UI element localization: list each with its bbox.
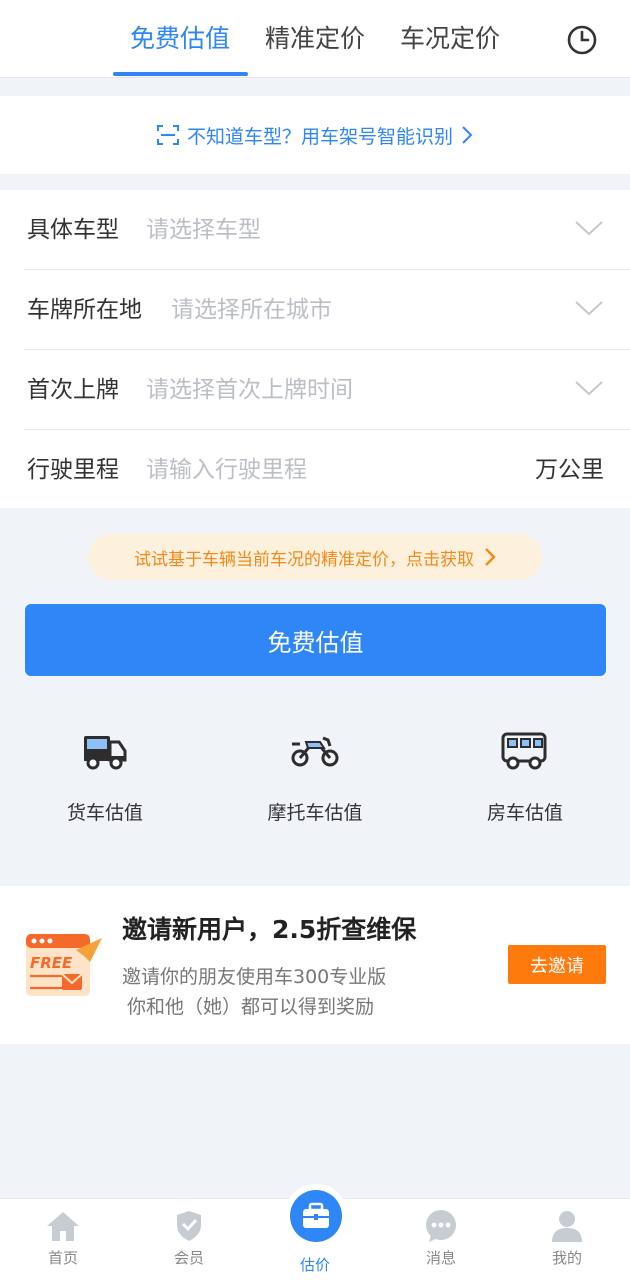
mileage-label: 行驶里程 [27,457,119,483]
nav-valuation-label[interactable]: 估价 [275,1254,355,1275]
truck-icon [84,736,127,770]
nav-messages[interactable]: 消息 [401,1209,481,1275]
plate-city-placeholder: 请选择所在城市 [171,297,332,323]
tab-free-valuation[interactable]: 免费估值 [130,22,230,56]
invite-card: FREE 邀请新用户，2.5折查维保 邀请你的朋友使用车300专业版 你和他（她… [0,886,630,1044]
truck-valuation[interactable]: 货车估值 [25,730,185,840]
invite-description-line1: 邀请你的朋友使用车300专业版 [122,966,387,988]
rv-icon [501,732,547,770]
rv-valuation[interactable]: 房车估值 [445,730,605,840]
nav-mine-label: 我的 [551,1249,582,1267]
home-icon [47,1212,79,1241]
car-model-label: 具体车型 [27,217,119,243]
precise-pricing-tip[interactable]: 试试基于车辆当前车况的精准定价，点击获取 [88,534,542,580]
free-valuation-button[interactable]: 免费估值 [25,604,606,676]
vin-recognition-banner[interactable]: 不知道车型？用车架号智能识别 [0,96,630,174]
first-registration-row[interactable]: 首次上牌 请选择首次上牌时间 [24,350,630,430]
plate-city-row[interactable]: 车牌所在地 请选择所在城市 [24,270,630,350]
chevron-right-icon [462,126,473,144]
tip-text: 试试基于车辆当前车况的精准定价，点击获取 [134,549,474,570]
valuation-form: 具体车型 请选择车型 车牌所在地 请选择所在城市 首次上牌 请选择首次上牌时间 … [0,190,630,508]
briefcase-icon [303,1202,329,1228]
plate-city-label: 车牌所在地 [27,297,142,323]
invite-title: 邀请新用户，2.5折查维保 [122,915,417,944]
nav-member-label: 会员 [173,1249,204,1267]
scan-icon [156,125,179,145]
nav-valuation-center-button[interactable] [290,1190,342,1242]
nav-home-label: 首页 [47,1249,78,1267]
user-icon [552,1211,582,1242]
mileage-input[interactable]: 请输入行驶里程 [146,454,307,486]
truck-valuation-label: 货车估值 [66,802,143,824]
chevron-right-icon [485,548,496,566]
first-registration-label: 首次上牌 [27,377,119,403]
top-tab-bar: 免费估值 精准定价 车况定价 [0,0,630,78]
nav-home[interactable]: 首页 [23,1209,103,1275]
chevron-down-icon [575,301,603,316]
chevron-down-icon [575,381,603,396]
first-registration-placeholder: 请选择首次上牌时间 [146,377,353,403]
free-gift-icon: FREE [26,934,102,996]
tab-condition-pricing[interactable]: 车况定价 [400,22,500,56]
motorcycle-icon [291,736,339,767]
mileage-unit: 万公里 [535,457,604,483]
nav-messages-label: 消息 [425,1249,456,1267]
member-icon [177,1211,201,1241]
chevron-down-icon [575,221,603,236]
car-model-placeholder: 请选择车型 [146,217,261,243]
invite-button[interactable]: 去邀请 [508,945,606,984]
active-tab-indicator [113,72,248,76]
tab-precise-pricing[interactable]: 精准定价 [265,22,365,56]
mileage-row[interactable]: 行驶里程 请输入行驶里程 万公里 [24,430,630,510]
rv-valuation-label: 房车估值 [486,802,563,824]
invite-description-line2: 你和他（她）都可以得到奖励 [127,996,375,1018]
motorcycle-valuation-label: 摩托车估值 [267,802,363,824]
nav-mine[interactable]: 我的 [527,1209,607,1275]
history-clock-icon[interactable] [566,24,598,56]
free-text: FREE [30,954,73,972]
nav-member[interactable]: 会员 [149,1209,229,1275]
car-model-row[interactable]: 具体车型 请选择车型 [24,190,630,270]
motorcycle-valuation[interactable]: 摩托车估值 [235,730,395,840]
message-icon [426,1210,456,1242]
vin-banner-text: 不知道车型？用车架号智能识别 [186,125,453,148]
